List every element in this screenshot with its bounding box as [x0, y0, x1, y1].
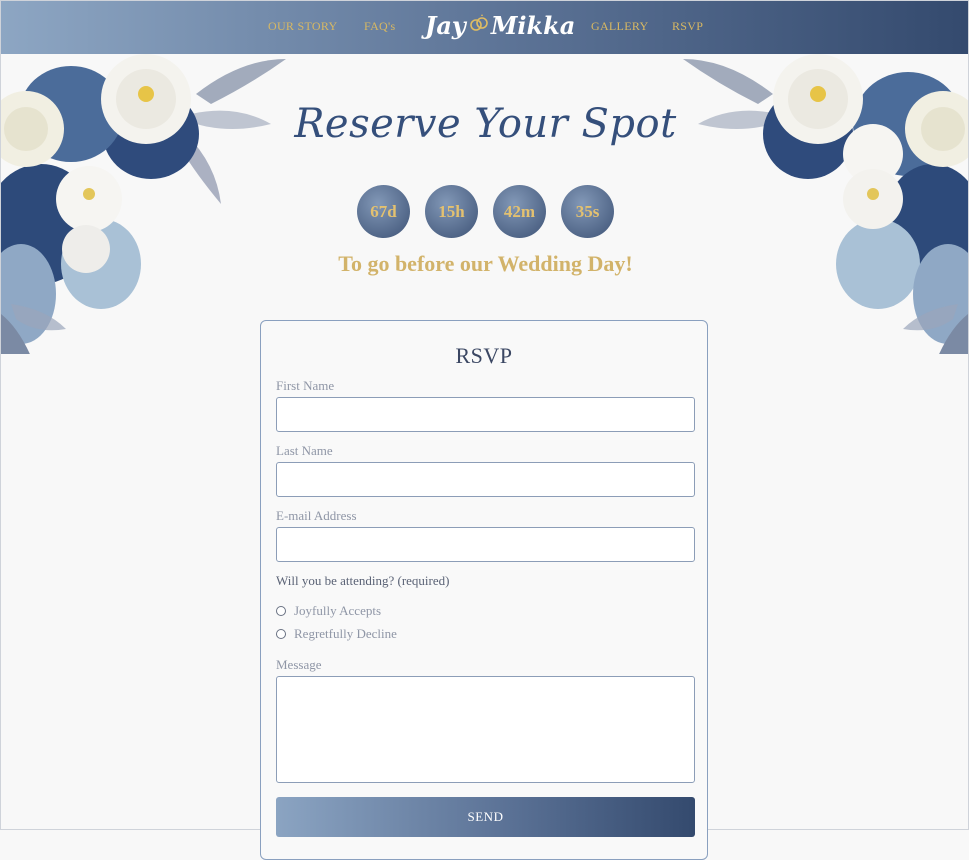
countdown-minutes: 42m	[493, 185, 546, 238]
message-label: Message	[276, 657, 322, 672]
countdown-days: 67d	[357, 185, 410, 238]
message-textarea[interactable]	[276, 676, 695, 783]
radio-button-accept[interactable]	[276, 606, 286, 616]
brand-name-left: Jay	[425, 11, 466, 40]
nav-link-gallery[interactable]: GALLERY	[591, 19, 648, 34]
radio-option-decline[interactable]: Regretfully Decline	[276, 626, 397, 642]
last-name-label: Last Name	[276, 443, 333, 458]
rsvp-form-title: RSVP	[455, 343, 513, 368]
radio-option-accept[interactable]: Joyfully Accepts	[276, 603, 381, 619]
radio-label-accept: Joyfully Accepts	[294, 603, 382, 618]
first-name-label: First Name	[276, 378, 335, 393]
send-button[interactable]: SEND	[276, 797, 695, 837]
countdown-tagline: To go before our Wedding Day!	[338, 251, 633, 276]
floral-decoration-left	[1, 54, 286, 354]
countdown-hours: 15h	[425, 185, 478, 238]
wedding-rings-icon	[470, 13, 488, 31]
nav-link-rsvp[interactable]: RSVP	[672, 19, 703, 34]
email-input[interactable]	[276, 527, 695, 562]
brand-logo[interactable]: Jay Mikka	[425, 11, 575, 40]
nav-link-faqs[interactable]: FAQ's	[364, 19, 395, 34]
floral-decoration-right	[683, 54, 968, 354]
first-name-input[interactable]	[276, 397, 695, 432]
radio-button-decline[interactable]	[276, 629, 286, 639]
nav-link-our-story[interactable]: OUR STORY	[268, 19, 338, 34]
top-nav-bar: OUR STORY FAQ's Jay Mikka GALLERY RSVP	[1, 1, 968, 54]
attending-question: Will you be attending? (required)	[276, 573, 450, 588]
countdown-seconds: 35s	[561, 185, 614, 238]
countdown-timer: 67d 15h 42m 35s	[357, 185, 614, 238]
radio-label-decline: Regretfully Decline	[294, 626, 397, 641]
hero-title: Reserve Your Spot	[294, 101, 677, 147]
brand-name-right: Mikka	[490, 11, 576, 40]
rsvp-form-card: RSVP First Name Last Name E-mail Address…	[260, 320, 708, 860]
last-name-input[interactable]	[276, 462, 695, 497]
email-label: E-mail Address	[276, 508, 357, 523]
